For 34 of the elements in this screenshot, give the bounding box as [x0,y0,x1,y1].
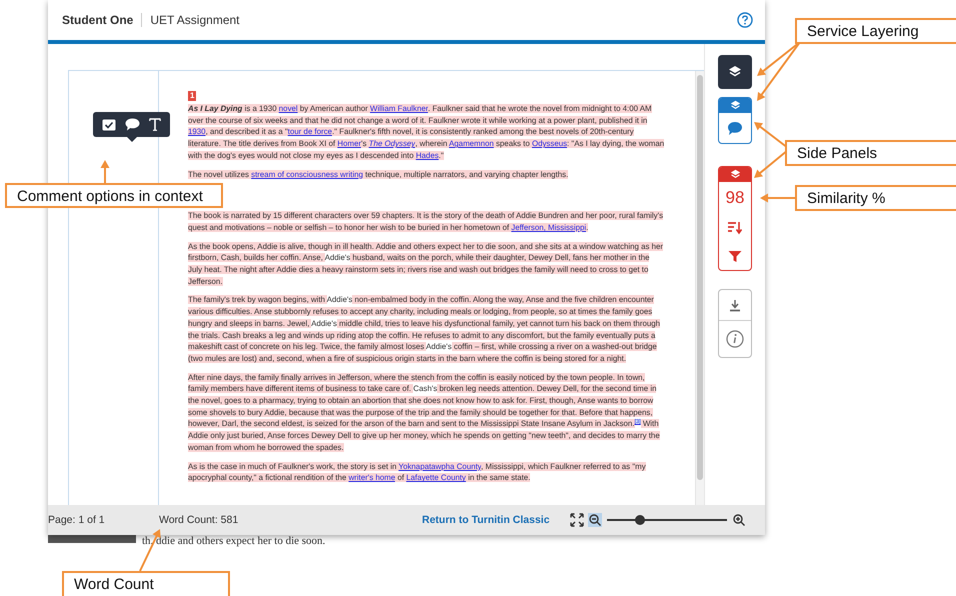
callout-label: Word Count [62,571,230,596]
student-name: Student One [62,13,142,27]
text-link[interactable]: [3] [634,418,641,425]
help-icon[interactable] [737,12,753,28]
layers-button[interactable] [718,55,752,89]
callout-label: Comment options in context [5,183,223,208]
slider-thumb[interactable] [635,515,646,525]
match-badge[interactable]: 1 [188,91,196,101]
filter-icon[interactable] [728,250,742,262]
fullscreen-icon[interactable] [570,513,584,527]
similarity-score[interactable]: 98 [719,182,751,214]
page-indicator: Page: 1 of 1 [48,514,106,526]
callout-label: Side Panels [785,140,956,166]
return-link[interactable]: Return to Turnitin Classic [422,514,550,526]
text-tool-icon[interactable] [149,118,162,131]
zoom-in-icon[interactable] [732,513,746,527]
layers-icon [730,100,740,111]
speech-bubble-icon[interactable] [124,118,140,131]
callout-arrow [760,194,795,202]
sort-icon[interactable] [727,221,743,235]
download-icon[interactable] [729,298,741,312]
info-icon[interactable] [726,330,744,348]
speech-bubble-icon [727,120,743,136]
layers-icon [730,169,740,180]
callout-arrow [100,160,110,184]
zoom-out-icon[interactable] [588,513,602,527]
layers-icon [728,65,742,79]
checkbox-icon[interactable] [102,118,116,130]
callout-label: Service Layering [795,18,956,44]
callout-label: Similarity % [795,185,956,211]
scrollbar[interactable] [695,71,704,505]
word-count: Word Count: 581 [159,514,240,526]
assignment-title: UET Assignment [149,13,240,27]
background-document-text: th. ddie and others expect her to die soon. [142,536,326,546]
